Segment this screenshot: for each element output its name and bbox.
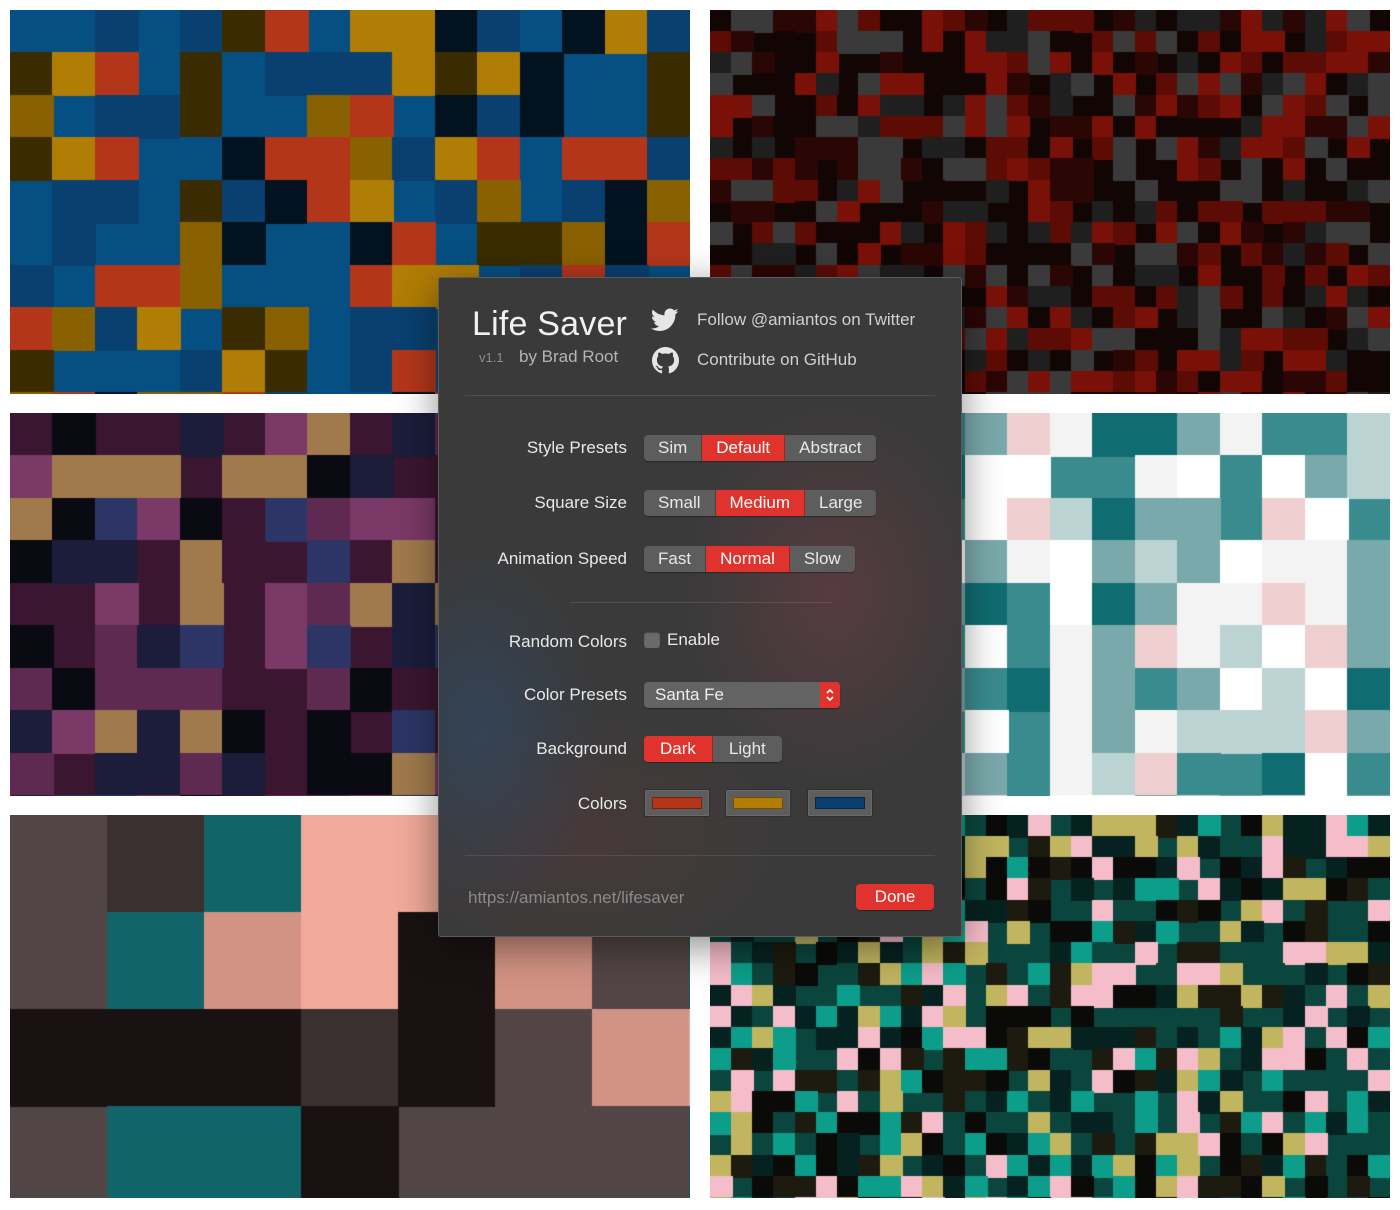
color-presets-value: Santa Fe: [655, 685, 724, 704]
background-light[interactable]: Light: [713, 736, 782, 762]
color-presets-label: Color Presets: [524, 685, 627, 704]
style-preset-default[interactable]: Default: [702, 435, 786, 461]
style-presets-control: Sim Default Abstract: [644, 435, 876, 461]
animation-speed-control: Fast Normal Slow: [644, 546, 855, 572]
color-well-2[interactable]: [725, 789, 791, 817]
animation-speed-slow[interactable]: Slow: [790, 546, 855, 572]
version-label: v1.1: [479, 350, 504, 365]
twitter-link[interactable]: Follow @amiantos on Twitter: [651, 306, 915, 334]
color-swatch: [652, 797, 702, 809]
color-well-1[interactable]: [644, 789, 710, 817]
random-colors-label: Random Colors: [508, 632, 627, 651]
animation-speed-fast[interactable]: Fast: [644, 546, 707, 572]
github-link[interactable]: Contribute on GitHub: [651, 346, 857, 374]
square-size-control: Small Medium Large: [644, 490, 877, 516]
footer-divider: [465, 855, 935, 856]
color-swatch: [733, 797, 783, 809]
random-colors-enable-label[interactable]: Enable: [667, 630, 720, 650]
preferences-dialog: Life Saver v1.1 by Brad Root Follow @ami…: [438, 277, 962, 937]
random-colors-checkbox[interactable]: [644, 632, 660, 648]
author-label: by Brad Root: [519, 347, 619, 366]
header-divider: [465, 395, 935, 396]
square-size-small[interactable]: Small: [644, 490, 716, 516]
github-octocat-icon: [651, 346, 679, 374]
color-presets-popup[interactable]: Santa Fe: [644, 682, 840, 708]
github-link-label: Contribute on GitHub: [697, 350, 857, 369]
style-presets-label: Style Presets: [526, 438, 627, 457]
animation-speed-label: Animation Speed: [497, 549, 627, 568]
twitter-bird-icon: [651, 306, 679, 334]
done-button[interactable]: Done: [856, 884, 934, 910]
square-size-label: Square Size: [534, 493, 627, 512]
colors-label: Colors: [577, 794, 627, 813]
app-title: Life Saver: [472, 305, 628, 343]
website-link[interactable]: https://amiantos.net/lifesaver: [468, 888, 684, 908]
color-well-3[interactable]: [807, 789, 873, 817]
background-control: Dark Light: [644, 736, 782, 762]
section-divider: [570, 602, 832, 603]
animation-speed-normal[interactable]: Normal: [706, 546, 790, 572]
square-size-medium[interactable]: Medium: [715, 490, 805, 516]
style-preset-abstract[interactable]: Abstract: [785, 435, 875, 461]
twitter-link-label: Follow @amiantos on Twitter: [697, 310, 916, 329]
background-label: Background: [536, 739, 627, 758]
color-swatch: [815, 797, 865, 809]
style-preset-sim[interactable]: Sim: [644, 435, 703, 461]
popup-arrows-icon: [820, 682, 840, 708]
square-size-large[interactable]: Large: [805, 490, 876, 516]
background-dark[interactable]: Dark: [644, 736, 713, 762]
